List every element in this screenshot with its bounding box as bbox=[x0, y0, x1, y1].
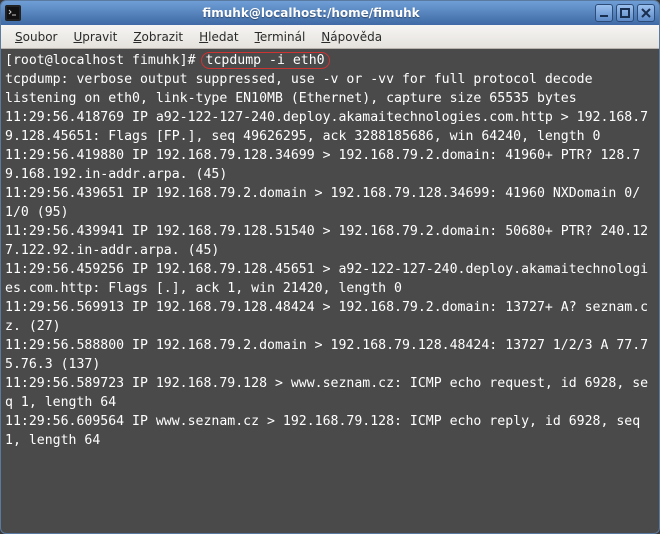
menu-zobrazit[interactable]: Zobrazit bbox=[125, 28, 191, 46]
shell-prompt: [root@localhost fimuhk]# bbox=[5, 53, 204, 68]
titlebar[interactable]: fimuhk@localhost:/home/fimuhk bbox=[1, 1, 659, 25]
terminal-output-line: 11:29:56.439651 IP 192.168.79.2.domain >… bbox=[5, 184, 655, 222]
terminal-output-line: 11:29:56.588800 IP 192.168.79.2.domain >… bbox=[5, 336, 655, 374]
maximize-button[interactable] bbox=[616, 4, 634, 22]
terminal-output-line: 11:29:56.418769 IP a92-122-127-240.deplo… bbox=[5, 108, 655, 146]
terminal-output-line: 11:29:56.459256 IP 192.168.79.128.45651 … bbox=[5, 260, 655, 298]
menu-napoveda[interactable]: Nápověda bbox=[313, 28, 390, 46]
terminal-output-line: 11:29:56.569913 IP 192.168.79.128.48424 … bbox=[5, 298, 655, 336]
entered-command: tcpdump -i eth0 bbox=[204, 53, 327, 68]
prompt-line: [root@localhost fimuhk]# tcpdump -i eth0 bbox=[5, 51, 655, 70]
terminal-pane[interactable]: [root@localhost fimuhk]# tcpdump -i eth0… bbox=[1, 49, 659, 533]
menu-terminal[interactable]: Terminál bbox=[247, 28, 314, 46]
minimize-button[interactable] bbox=[595, 4, 613, 22]
terminal-output-line: 11:29:56.589723 IP 192.168.79.128 > www.… bbox=[5, 374, 655, 412]
menu-hledat[interactable]: Hledat bbox=[191, 28, 246, 46]
terminal-output-line: 11:29:56.439941 IP 192.168.79.128.51540 … bbox=[5, 222, 655, 260]
terminal-output-line: 11:29:56.419880 IP 192.168.79.128.34699 … bbox=[5, 146, 655, 184]
terminal-output-line: listening on eth0, link-type EN10MB (Eth… bbox=[5, 89, 655, 108]
close-button[interactable] bbox=[637, 4, 655, 22]
window-title: fimuhk@localhost:/home/fimuhk bbox=[27, 6, 595, 20]
terminal-app-icon bbox=[5, 5, 21, 21]
terminal-output-line: 11:29:56.609564 IP www.seznam.cz > 192.1… bbox=[5, 412, 655, 450]
terminal-output-line: tcpdump: verbose output suppressed, use … bbox=[5, 70, 655, 89]
menu-upravit[interactable]: Upravit bbox=[65, 28, 125, 46]
window-buttons bbox=[595, 4, 655, 22]
menubar: Soubor Upravit Zobrazit Hledat Terminál … bbox=[1, 25, 659, 49]
menu-soubor[interactable]: Soubor bbox=[7, 28, 65, 46]
app-window: fimuhk@localhost:/home/fimuhk Soubor Upr… bbox=[0, 0, 660, 534]
